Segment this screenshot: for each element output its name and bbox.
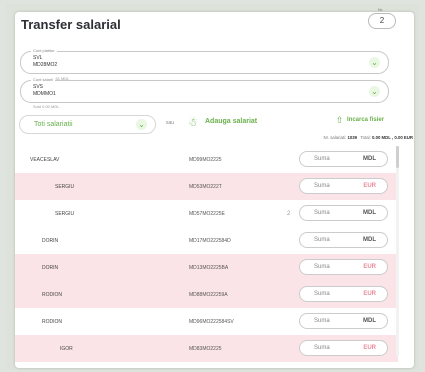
amount-placeholder: Suma	[314, 237, 330, 243]
scrollbar-track[interactable]	[396, 146, 399, 356]
table-row: DORIN MD13MO2225BA Suma EUR	[15, 254, 398, 281]
employee-name: SERGIU	[55, 184, 75, 190]
currency-label: EUR	[363, 183, 376, 189]
currency-label: EUR	[363, 345, 376, 351]
employee-name: DORIN	[42, 238, 59, 244]
add-user-icon[interactable]: ☃	[188, 116, 198, 129]
chevron-down-icon[interactable]: ⌄	[369, 86, 380, 97]
payer-account-line1: SVL	[33, 55, 43, 61]
currency-label: MDL	[363, 237, 376, 243]
salary-account-line2: MDMMO1	[33, 91, 56, 97]
currency-label: MDL	[363, 318, 376, 324]
summary-line: Nr. salariati: 1039 Total: 0.00 MDL , 0.…	[324, 135, 413, 140]
currency-label: MDL	[363, 210, 376, 216]
amount-input[interactable]: Suma EUR	[299, 340, 388, 356]
amount-placeholder: Suma	[314, 345, 330, 351]
count-label: Nr. salariati:	[323, 135, 347, 140]
employee-name: SERGIU	[55, 211, 75, 217]
table-row: VEACESLAV MD99MO2225 Suma MDL	[15, 146, 398, 173]
upload-file-button[interactable]: Incarca fisier	[347, 117, 384, 123]
employee-name: DORIN	[42, 265, 59, 271]
employee-iban: MD57MO2225E	[189, 211, 225, 217]
amount-placeholder: Suma	[314, 156, 330, 162]
employee-name: IGOR	[60, 346, 73, 352]
payer-account-line2: MD28MO2	[33, 62, 58, 68]
row-extra-mark: 2	[287, 211, 291, 217]
amount-placeholder: Suma	[314, 210, 330, 216]
amount-input[interactable]: Suma EUR	[299, 259, 388, 275]
amount-input[interactable]: Suma MDL	[299, 232, 388, 248]
amount-input[interactable]: Suma MDL	[299, 151, 388, 167]
total-label: Total:	[360, 135, 371, 140]
scrollbar-thumb[interactable]	[396, 146, 399, 168]
upload-icon[interactable]: ⇧	[336, 115, 344, 126]
table-row: RODION MD96MO222584SV Suma MDL	[15, 308, 398, 335]
table-row: RODION MD88MO22259A Suma EUR	[15, 281, 398, 308]
employee-filter-label: Toti salariatii	[34, 121, 73, 128]
total-value: 0.00 MDL , 0.00 EUR	[372, 135, 413, 140]
amount-placeholder: Suma	[314, 291, 330, 297]
or-label: sau	[166, 120, 175, 126]
amount-placeholder: Suma	[314, 264, 330, 270]
payer-account-legend: Cont platitor	[31, 48, 57, 53]
currency-label: EUR	[363, 291, 376, 297]
transfer-number-field[interactable]: 2	[368, 13, 396, 29]
amount-input[interactable]: Suma MDL	[299, 205, 388, 221]
chevron-down-icon[interactable]: ⌄	[136, 119, 147, 130]
employee-iban: MD53MO222T	[189, 184, 222, 190]
employee-iban: MD83MO2225	[189, 346, 222, 352]
chevron-down-icon[interactable]: ⌄	[369, 57, 380, 68]
table-row: SERGIU MD57MO2225E 2 Suma MDL	[15, 200, 398, 227]
currency-label: EUR	[363, 264, 376, 270]
count-value: 1039	[347, 135, 357, 140]
employee-name: RODION	[42, 319, 62, 325]
employee-iban: MD17MO222584D	[189, 238, 231, 244]
salary-account-select[interactable]: Cont salarii SVS MDMMO1 ⌄	[20, 77, 389, 103]
currency-label: MDL	[363, 156, 376, 162]
nr-label: Nr.	[378, 7, 384, 12]
table-row: SERGIU MD53MO222T Suma EUR	[15, 173, 398, 200]
table-row: DORIN MD17MO222584D Suma MDL	[15, 227, 398, 254]
amount-input[interactable]: Suma EUR	[299, 178, 388, 194]
salary-account-balance: Sold 0.00 MDL	[33, 104, 60, 109]
page-title: Transfer salarial	[21, 17, 121, 32]
amount-placeholder: Suma	[314, 183, 330, 189]
table-row: IGOR MD83MO2225 Suma EUR	[15, 335, 398, 362]
employee-name: VEACESLAV	[30, 157, 60, 163]
employee-iban: MD88MO22259A	[189, 292, 228, 298]
payer-account-select[interactable]: Cont platitor SVL MD28MO2 ⌄	[20, 48, 389, 74]
amount-input[interactable]: Suma MDL	[299, 313, 388, 329]
employee-iban: MD13MO2225BA	[189, 265, 229, 271]
employee-filter-select[interactable]: Toti salariatii ⌄	[19, 115, 156, 134]
employee-name: RODION	[42, 292, 62, 298]
amount-placeholder: Suma	[314, 318, 330, 324]
add-employee-button[interactable]: Adauga salariat	[205, 118, 257, 125]
employee-iban: MD99MO2225	[189, 157, 222, 163]
salary-account-legend: Cont salarii	[31, 77, 56, 82]
employee-iban: MD96MO222584SV	[189, 319, 234, 325]
amount-input[interactable]: Suma EUR	[299, 286, 388, 302]
salary-account-line1: SVS	[33, 84, 44, 90]
